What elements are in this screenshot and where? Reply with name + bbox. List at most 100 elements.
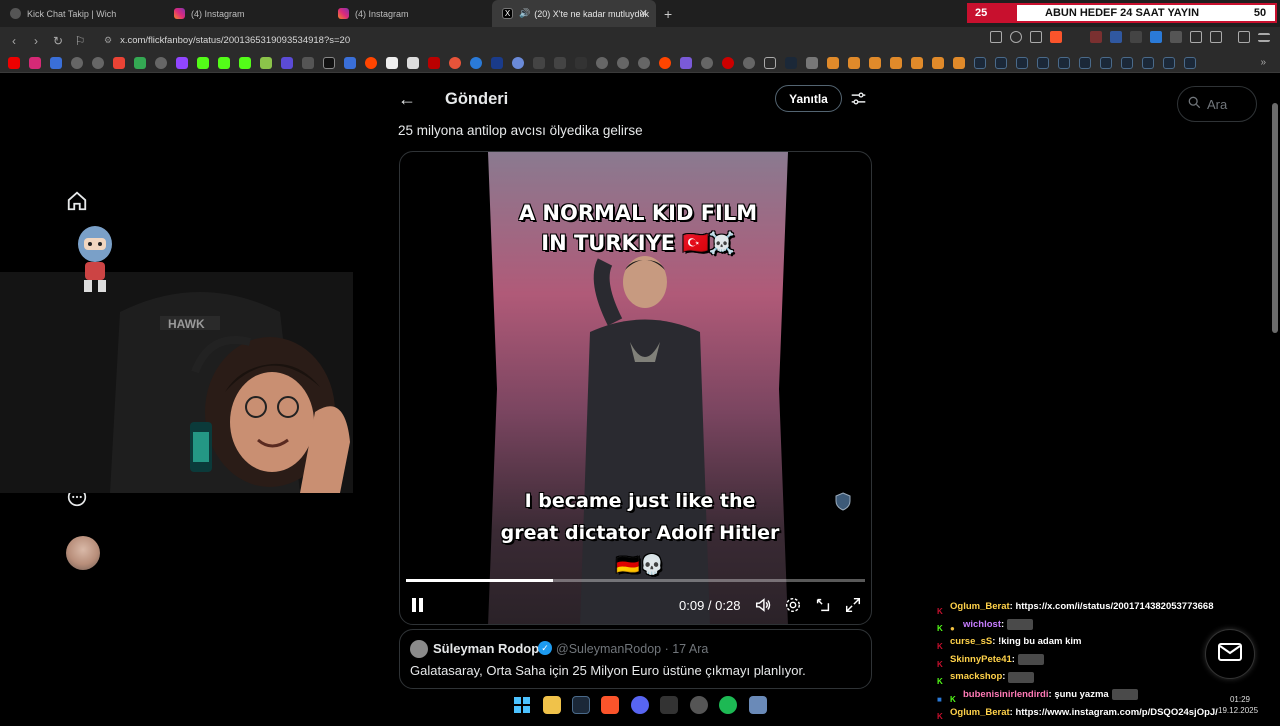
bookmark-kick-icon[interactable] [197, 57, 209, 69]
bookmark-icon[interactable] [806, 57, 818, 69]
bookmark-globe-icon[interactable] [701, 57, 713, 69]
quoted-post[interactable]: Süleyman Rodop ✓ @SuleymanRodop · 17 Ara… [399, 629, 872, 689]
bookmark-icon[interactable] [911, 57, 923, 69]
bookmark-icon[interactable] [260, 57, 272, 69]
cast-icon[interactable] [990, 31, 1002, 43]
bookmark-icon[interactable] [512, 57, 524, 69]
fullscreen-icon[interactable] [844, 596, 862, 614]
bookmark-icon[interactable] [428, 57, 440, 69]
app-icon[interactable] [660, 696, 678, 714]
start-menu-icon[interactable] [513, 696, 531, 714]
video-progress-bar[interactable] [406, 579, 865, 582]
sliders-icon[interactable] [850, 90, 867, 112]
bookmark-icon[interactable] [50, 57, 62, 69]
volume-icon[interactable] [754, 596, 772, 614]
bookmark-icon[interactable] [869, 57, 881, 69]
bookmark-reddit-icon[interactable] [365, 57, 377, 69]
brave-shield-icon[interactable] [1050, 31, 1062, 43]
bookmark-icon[interactable] [848, 57, 860, 69]
extension-icon[interactable] [1090, 31, 1102, 43]
extension-icon[interactable] [1130, 31, 1142, 43]
tab-instagram-1[interactable]: (4) Instagram [164, 0, 328, 27]
back-icon[interactable]: ‹ [4, 31, 24, 51]
bookmark-drive-icon[interactable] [134, 57, 146, 69]
menu-icon[interactable] [1258, 32, 1270, 42]
bookmark-icon[interactable] [533, 57, 545, 69]
bookmark-globe-icon[interactable] [71, 57, 83, 69]
sidebar-icon[interactable] [1210, 31, 1222, 43]
video-player[interactable]: A NORMAL KID FILM IN TURKIYE 🇹🇷☠️ I beca… [399, 151, 872, 625]
pause-icon[interactable] [412, 598, 425, 612]
bookmarks-overflow-icon[interactable]: » [1260, 57, 1266, 69]
obs-icon[interactable] [690, 696, 708, 714]
bookmark-steam-icon[interactable] [1163, 57, 1175, 69]
close-tab-icon[interactable]: ✕ [639, 7, 648, 20]
back-arrow-icon[interactable]: ← [398, 89, 416, 110]
zoom-icon[interactable] [1010, 31, 1022, 43]
site-settings-icon[interactable]: ⚙ [104, 35, 112, 46]
reply-button[interactable]: Yanıtla [775, 85, 842, 112]
bookmark-steam-icon[interactable] [1142, 57, 1154, 69]
reload-icon[interactable]: ↻ [48, 31, 68, 51]
bookmark-icon[interactable] [722, 57, 734, 69]
app-icon[interactable] [749, 696, 767, 714]
forward-icon[interactable]: › [26, 31, 46, 51]
bookmark-icon[interactable] [575, 57, 587, 69]
tab-instagram-2[interactable]: (4) Instagram [328, 0, 492, 27]
scrollbar-thumb[interactable] [1272, 103, 1278, 333]
bookmark-icon[interactable] [281, 57, 293, 69]
bookmark-kick-icon[interactable] [239, 57, 251, 69]
bookmark-globe-icon[interactable] [617, 57, 629, 69]
messages-button[interactable] [1205, 629, 1255, 679]
bookmark-icon[interactable]: ⚐ [70, 31, 90, 51]
steam-icon[interactable] [572, 696, 590, 714]
bookmark-steam-icon[interactable] [1184, 57, 1196, 69]
bookmark-kick-icon[interactable] [218, 57, 230, 69]
bookmark-instagram-icon[interactable] [29, 57, 41, 69]
bookmark-icon[interactable] [680, 57, 692, 69]
bookmark-gmail-icon[interactable] [113, 57, 125, 69]
settings-gear-icon[interactable] [784, 596, 802, 614]
extension-icon[interactable] [1110, 31, 1122, 43]
bookmark-folder-icon[interactable] [764, 57, 776, 69]
picture-in-picture-icon[interactable] [814, 596, 832, 614]
bookmark-steam-icon[interactable] [1016, 57, 1028, 69]
bookmark-steam-icon[interactable] [1079, 57, 1091, 69]
bookmark-icon[interactable] [953, 57, 965, 69]
playlist-icon[interactable] [1238, 31, 1250, 43]
bookmark-steam-icon[interactable] [1100, 57, 1112, 69]
bookmark-icon[interactable] [386, 57, 398, 69]
bookmark-icon[interactable] [449, 57, 461, 69]
bookmark-steam-icon[interactable] [1121, 57, 1133, 69]
extension-icon[interactable] [1170, 31, 1182, 43]
extension-icon[interactable] [1150, 31, 1162, 43]
bookmark-globe-icon[interactable] [155, 57, 167, 69]
brave-browser-icon[interactable] [601, 696, 619, 714]
bookmark-x-icon[interactable] [323, 57, 335, 69]
bookmark-icon[interactable] [302, 57, 314, 69]
bookmark-icon[interactable] [554, 57, 566, 69]
bookmark-globe-icon[interactable] [596, 57, 608, 69]
bookmark-globe-icon[interactable] [743, 57, 755, 69]
new-tab-button[interactable]: + [664, 6, 672, 22]
share-icon[interactable] [1030, 31, 1042, 43]
bookmark-icon[interactable] [407, 57, 419, 69]
puzzle-icon[interactable] [1190, 31, 1202, 43]
bookmark-reddit-icon[interactable] [659, 57, 671, 69]
search-input[interactable]: Ara [1177, 86, 1257, 122]
bookmark-icon[interactable] [470, 57, 482, 69]
bookmark-icon[interactable] [344, 57, 356, 69]
system-clock[interactable]: 01:29 19.12.2025 [1218, 694, 1258, 716]
home-icon[interactable] [66, 190, 88, 217]
bookmark-icon[interactable] [890, 57, 902, 69]
tab-kick-chat[interactable]: Kick Chat Takip | Wich [0, 0, 164, 27]
file-explorer-icon[interactable] [543, 696, 561, 714]
discord-icon[interactable] [631, 696, 649, 714]
bookmark-steam-icon[interactable] [1037, 57, 1049, 69]
bookmark-icon[interactable] [932, 57, 944, 69]
bookmark-icon[interactable] [827, 57, 839, 69]
bookmark-globe-icon[interactable] [92, 57, 104, 69]
bookmark-steam-icon[interactable] [785, 57, 797, 69]
bookmark-youtube-icon[interactable] [8, 57, 20, 69]
profile-avatar[interactable] [66, 536, 100, 570]
